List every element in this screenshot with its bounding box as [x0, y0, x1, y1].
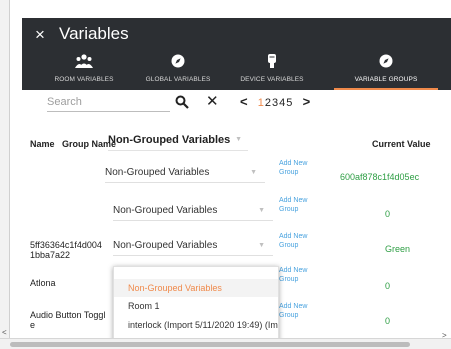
variable-name: 5ff36364c1f4d0041bba7a22 [30, 240, 102, 260]
dropdown-option[interactable]: interlock (Import 5/11/2020 19:49) (Im [114, 316, 278, 334]
scrollbar-thumb[interactable] [10, 342, 410, 347]
chevron-down-icon: ▼ [235, 136, 242, 143]
group-dropdown-menu: Non-Grouped Variables Room 1 interlock (… [113, 266, 279, 348]
group-select-value: Non-Grouped Variables [105, 167, 210, 178]
group-select-value: Non-Grouped Variables [113, 205, 218, 216]
variable-name: Audio Button Toggle [30, 310, 106, 330]
people-icon [34, 52, 134, 70]
tab-device-variables[interactable]: DEVICE VARIABLES [222, 48, 322, 90]
current-value: 0 [385, 281, 391, 291]
dropdown-option[interactable]: Room 1 [114, 297, 278, 315]
chevron-down-icon: ▼ [258, 242, 265, 249]
add-new-group-link[interactable]: Add New Group [279, 160, 313, 177]
current-value: 600af878c1f4d05ec [340, 172, 420, 182]
group-header-value: Non-Grouped Variables [108, 134, 231, 146]
clear-search-icon[interactable]: ✕ [206, 94, 219, 109]
group-select[interactable]: Non-Grouped Variables ▼ [105, 167, 265, 183]
search-icon[interactable] [175, 95, 189, 109]
dialog-title: Variables [59, 24, 129, 43]
chevron-down-icon: ▼ [258, 207, 265, 214]
compass-icon [334, 52, 438, 70]
variables-dialog: × Variables ROOM VARIABLES GLOBAL VARIAB… [0, 0, 451, 349]
prev-page-button[interactable]: < [240, 94, 248, 109]
add-new-group-link[interactable]: Add New Group [279, 197, 313, 214]
group-header-select[interactable]: Non-Grouped Variables ▼ [108, 134, 248, 151]
tab-label: ROOM VARIABLES [54, 76, 114, 83]
column-header-current-value: Current Value [372, 139, 431, 149]
tab-label: GLOBAL VARIABLES [145, 76, 211, 83]
search-input[interactable]: Search [47, 94, 170, 112]
tab-room-variables[interactable]: ROOM VARIABLES [34, 48, 134, 90]
group-select-value: Non-Grouped Variables [113, 240, 218, 251]
add-new-group-link[interactable]: Add New Group [279, 267, 313, 284]
add-new-group-link[interactable]: Add New Group [279, 233, 313, 250]
close-button[interactable]: × [35, 26, 45, 44]
current-value: 0 [385, 316, 391, 326]
compass-icon [128, 52, 228, 70]
tab-variable-groups[interactable]: VARIABLE GROUPS [334, 48, 438, 90]
column-header-name: Name [30, 139, 55, 149]
page-5[interactable]: 5 [286, 97, 292, 109]
group-select[interactable]: Non-Grouped Variables ▼ [113, 205, 273, 221]
left-window-edge [0, 0, 10, 349]
variable-name: Atlona [30, 278, 56, 288]
page-3[interactable]: 3 [272, 97, 278, 109]
chevron-down-icon: ▼ [250, 169, 257, 176]
current-value: 0 [385, 209, 391, 219]
pagination: < 12345 > [240, 95, 311, 110]
group-select[interactable]: Non-Grouped Variables ▼ [113, 240, 273, 256]
horizontal-scrollbar[interactable] [0, 338, 451, 349]
device-icon [222, 52, 322, 70]
next-page-button[interactable]: > [303, 94, 311, 109]
scroll-right-arrow-icon[interactable]: > [442, 331, 447, 340]
page-4[interactable]: 4 [279, 97, 285, 109]
current-value: Green [385, 244, 411, 254]
dropdown-option[interactable]: Non-Grouped Variables [114, 279, 278, 297]
dialog-header: × Variables ROOM VARIABLES GLOBAL VARIAB… [22, 18, 451, 90]
add-new-group-link[interactable]: Add New Group [279, 303, 313, 320]
tab-label: VARIABLE GROUPS [354, 76, 418, 83]
tab-global-variables[interactable]: GLOBAL VARIABLES [128, 48, 228, 90]
page-2[interactable]: 2 [265, 97, 271, 109]
page-1[interactable]: 1 [258, 97, 264, 109]
scroll-left-arrow-icon[interactable]: < [2, 328, 7, 337]
tab-label: DEVICE VARIABLES [240, 76, 304, 83]
